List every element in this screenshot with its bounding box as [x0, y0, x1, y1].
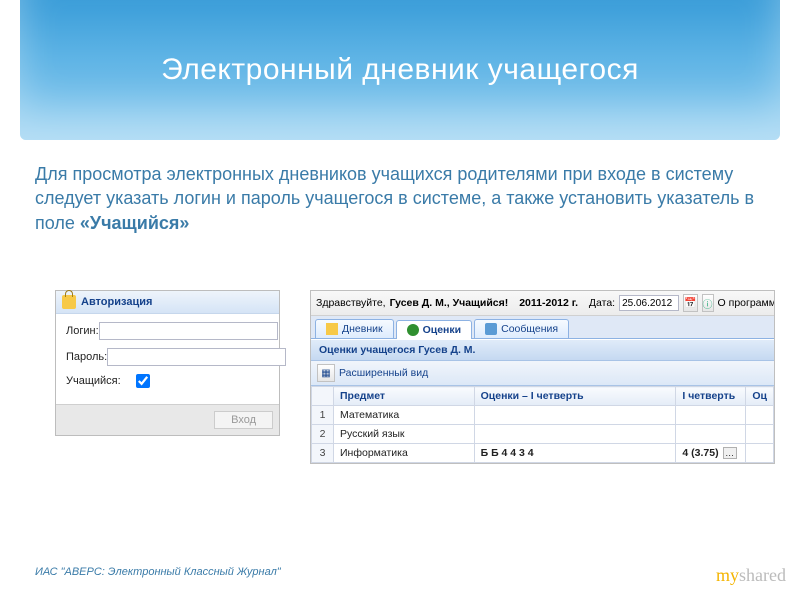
- calendar-button[interactable]: 📅: [683, 294, 697, 312]
- password-row: Пароль:: [66, 348, 269, 366]
- date-label: Дата:: [589, 297, 615, 309]
- col-term: I четверть: [676, 387, 746, 406]
- tab-diary[interactable]: Дневник: [315, 319, 394, 338]
- row-subject: Русский язык: [334, 425, 475, 444]
- tab-messages-label: Сообщения: [501, 323, 558, 335]
- date-input[interactable]: [619, 295, 679, 311]
- row-num: 3: [312, 444, 334, 463]
- row-num: 2: [312, 425, 334, 444]
- col-last: Оц: [746, 387, 774, 406]
- journal-panel: Здравствуйте, Гусев Д. М., Учащийся! 201…: [310, 290, 775, 464]
- tabs: Дневник Оценки Сообщения: [311, 316, 774, 339]
- lock-icon: [62, 295, 76, 309]
- row-extra: [746, 425, 774, 444]
- brand-watermark: myshared: [716, 565, 786, 586]
- page-title: Электронный дневник учащегося: [161, 53, 639, 87]
- auth-title: Авторизация: [81, 296, 152, 308]
- row-extra: [746, 444, 774, 463]
- grades-section-header: Оценки учащегося Гусев Д. М.: [311, 339, 774, 361]
- login-button[interactable]: Вход: [214, 411, 273, 429]
- expanded-view-label[interactable]: Расширенный вид: [339, 367, 428, 379]
- row-term: 4 (3.75)…: [676, 444, 746, 463]
- col-term-marks: Оценки – I четверть: [474, 387, 676, 406]
- auth-header: Авторизация: [56, 291, 279, 314]
- table-row[interactable]: 1 Математика: [312, 406, 774, 425]
- footer-ref: ИАС "АВЕРС: Электронный Классный Журнал": [35, 566, 281, 578]
- slide: Электронный дневник учащегося Для просмо…: [0, 0, 800, 600]
- row-num: 1: [312, 406, 334, 425]
- panels: Авторизация Логин: Пароль: Учащийся: Вхо…: [55, 290, 775, 464]
- tab-grades[interactable]: Оценки: [396, 320, 473, 339]
- auth-panel: Авторизация Логин: Пароль: Учащийся: Вхо…: [55, 290, 280, 436]
- login-label: Логин:: [66, 325, 99, 337]
- diary-icon: [326, 323, 338, 335]
- journal-topbar: Здравствуйте, Гусев Д. М., Учащийся! 201…: [311, 291, 774, 316]
- school-year: 2011-2012 г.: [519, 297, 578, 309]
- grades-icon: [407, 324, 419, 336]
- student-label: Учащийся:: [66, 375, 136, 387]
- grades-toolbar: ▦ Расширенный вид: [311, 361, 774, 386]
- row-extra: [746, 406, 774, 425]
- row-subject: Математика: [334, 406, 475, 425]
- row-term: [676, 406, 746, 425]
- greeting-user: Гусев Д. М., Учащийся!: [390, 297, 509, 309]
- about-link[interactable]: О программе: [718, 297, 775, 309]
- tab-diary-label: Дневник: [342, 323, 383, 335]
- row-subject: Информатика: [334, 444, 475, 463]
- auth-body: Логин: Пароль: Учащийся:: [56, 314, 279, 404]
- table-row[interactable]: 3 Информатика Б Б 4 4 3 4 4 (3.75)…: [312, 444, 774, 463]
- brand-my: my: [716, 565, 739, 585]
- title-banner: Электронный дневник учащегося: [20, 0, 780, 140]
- more-button[interactable]: …: [723, 447, 737, 459]
- row-term: [676, 425, 746, 444]
- body-text-highlight: «Учащийся»: [80, 213, 190, 233]
- student-checkbox[interactable]: [136, 374, 150, 388]
- login-row: Логин:: [66, 322, 269, 340]
- tab-messages[interactable]: Сообщения: [474, 319, 569, 338]
- row-marks: [474, 406, 676, 425]
- auth-actions: Вход: [56, 404, 279, 435]
- password-input[interactable]: [107, 348, 286, 366]
- messages-icon: [485, 323, 497, 335]
- tab-grades-label: Оценки: [423, 324, 462, 336]
- grades-table: Предмет Оценки – I четверть I четверть О…: [311, 386, 774, 463]
- table-header-row: Предмет Оценки – I четверть I четверть О…: [312, 387, 774, 406]
- login-input[interactable]: [99, 322, 278, 340]
- expanded-view-icon[interactable]: ▦: [317, 364, 335, 382]
- body-text: Для просмотра электронных дневников учащ…: [35, 162, 765, 235]
- brand-shared: shared: [739, 565, 786, 585]
- info-button[interactable]: ⓘ: [702, 294, 714, 312]
- table-row[interactable]: 2 Русский язык: [312, 425, 774, 444]
- greeting-pre: Здравствуйте,: [316, 297, 386, 309]
- row-marks: [474, 425, 676, 444]
- password-label: Пароль:: [66, 351, 107, 363]
- col-subject: Предмет: [334, 387, 475, 406]
- row-marks: Б Б 4 4 3 4: [474, 444, 676, 463]
- student-row: Учащийся:: [66, 374, 269, 388]
- col-num: [312, 387, 334, 406]
